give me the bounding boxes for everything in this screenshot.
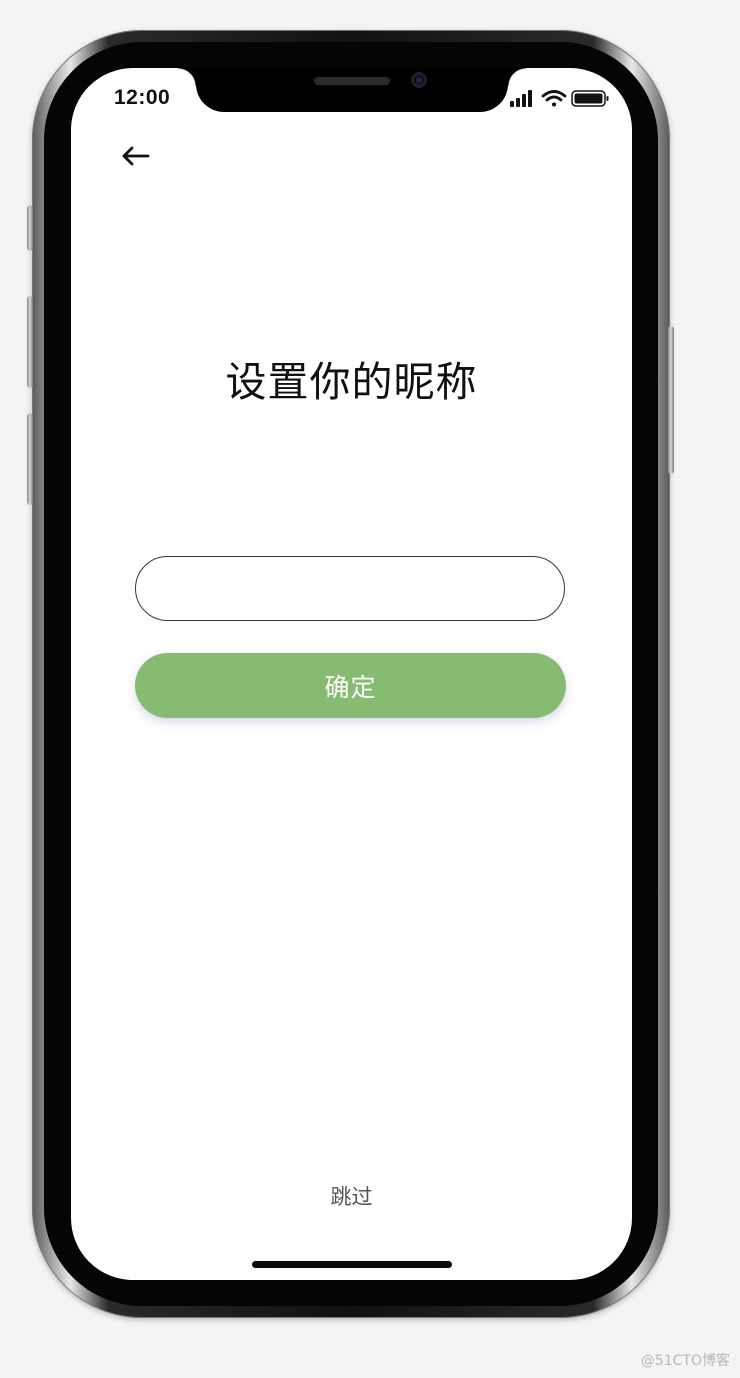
notch: [178, 68, 526, 112]
home-indicator: [252, 1261, 452, 1268]
side-button-volume-down: [27, 413, 33, 505]
battery-icon: [571, 90, 609, 107]
speaker-grille: [314, 77, 390, 85]
side-button-mute: [27, 205, 33, 251]
status-time: 12:00: [114, 86, 171, 109]
skip-link[interactable]: 跳过: [71, 1181, 632, 1211]
nickname-input[interactable]: [135, 556, 565, 621]
status-icons: [510, 88, 610, 110]
side-button-power: [668, 326, 674, 474]
watermark: @51CTO博客: [640, 1353, 730, 1369]
page-title: 设置你的昵称: [225, 358, 478, 406]
side-button-volume-up: [27, 296, 33, 388]
confirm-button[interactable]: 确定: [135, 653, 566, 718]
wifi-icon: [541, 90, 567, 107]
back-arrow-icon[interactable]: [119, 144, 151, 168]
front-camera: [411, 72, 427, 88]
cellular-signal-icon: [510, 90, 532, 107]
phone-screen: 12:00 设置你的昵称 确定 跳过: [71, 68, 632, 1280]
